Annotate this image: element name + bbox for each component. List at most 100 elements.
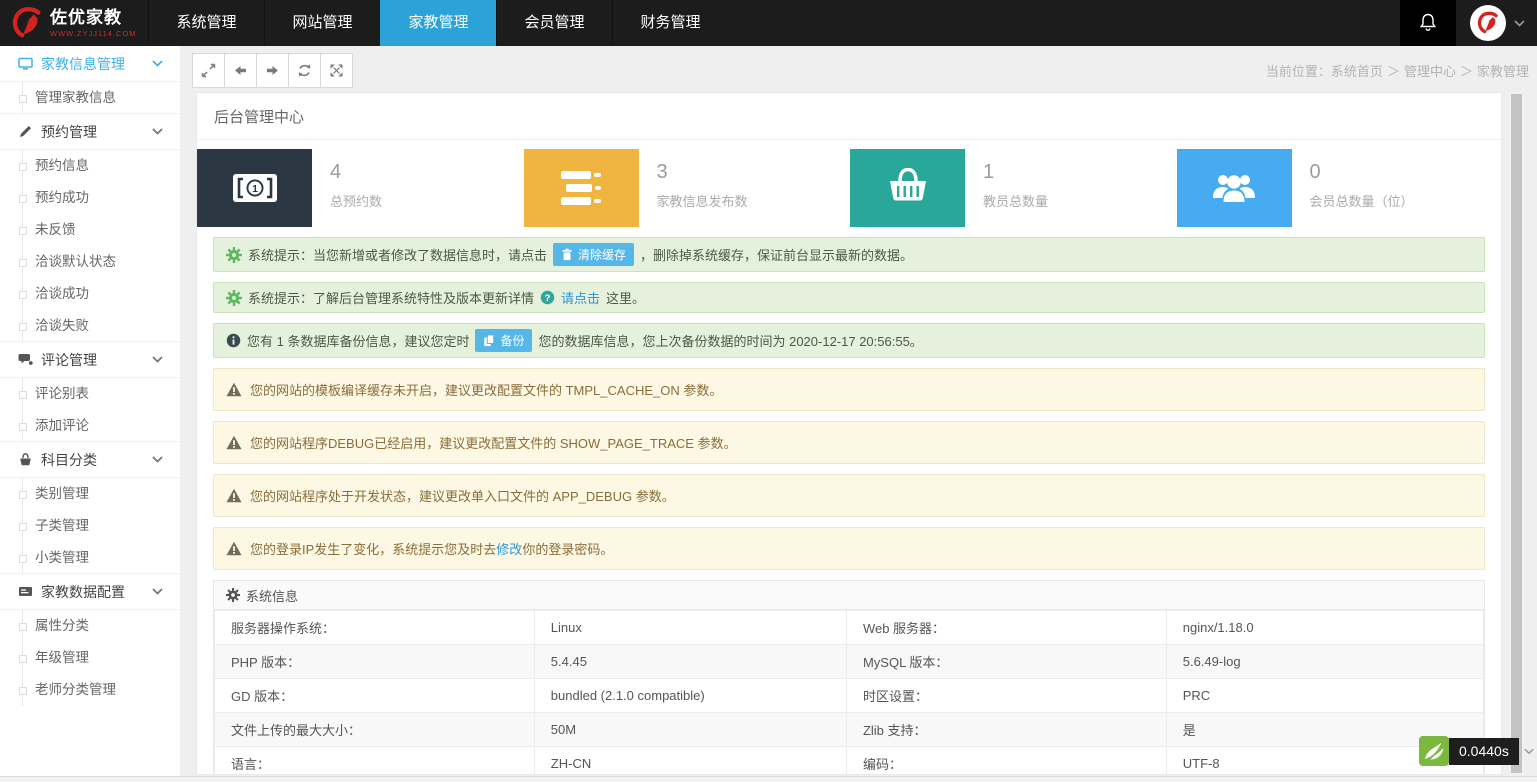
warning-text: 您的网站程序处于开发状态，建议更改单入口文件的 APP_DEBUG 参数。 [250,486,675,505]
nav-item-finance[interactable]: 财务管理 [612,0,728,46]
svg-text:?: ? [545,293,551,303]
table-cell-key: 服务器操作系统： [215,611,535,645]
sidebar-section-data-config[interactable]: 家教数据配置 [0,573,180,610]
info-circle-icon [226,333,241,348]
sidebar-item-grade-management[interactable]: 年级管理 [0,642,180,674]
sidebar-item-negotiation-default[interactable]: 洽谈默认状态 [0,246,180,278]
sidebar-item-no-feedback[interactable]: 未反馈 [0,214,180,246]
warning-triangle-icon [226,382,242,397]
fullscreen-button[interactable] [320,53,353,88]
sidebar-section-label: 预约管理 [41,122,97,142]
thinkphp-leaf-icon[interactable] [1419,736,1449,766]
table-cell-key: 语言： [215,747,535,776]
warning-login-ip: 您的登录IP发生了变化，系统提示您及时去修改你的登录密码。 [213,527,1485,570]
notifications-button[interactable] [1400,0,1456,46]
sidebar-item-teacher-category-management[interactable]: 老师分类管理 [0,674,180,706]
brand-site-url: WWW.ZYJJ114.COM [50,29,137,38]
sidebar-section-booking[interactable]: 预约管理 [0,113,180,150]
warning-triangle-icon [226,435,242,450]
sidebar-section-comments[interactable]: 评论管理 [0,341,180,378]
sidebar-item-attribute-category[interactable]: 属性分类 [0,610,180,642]
stat-card-teachers: 1 教员总数量 [850,149,1175,227]
brand[interactable]: 佐优家教 WWW.ZYJJ114.COM [10,0,137,46]
user-avatar[interactable] [1470,5,1506,41]
warning-dev-mode: 您的网站程序处于开发状态，建议更改单入口文件的 APP_DEBUG 参数。 [213,474,1485,517]
sidebar-item-comment-list[interactable]: 评论别表 [0,378,180,410]
scrollbar-thumb[interactable] [1511,94,1522,773]
table-cell-value: bundled (2.1.0 compatible) [534,679,846,713]
basket-icon [18,452,34,467]
warning-text: 您的网站的模板编译缓存未开启，建议更改配置文件的 TMPL_CACHE_ON 参… [250,380,722,399]
alert-text: 系统提示：当您新增或者修改了数据信息时，请点击 [248,245,547,264]
breadcrumb-item-home[interactable]: 系统首页 [1331,64,1383,79]
table-row: 文件上传的最大大小： 50M Zlib 支持： 是 [215,713,1484,747]
table-cell-value: PRC [1166,679,1483,713]
refresh-icon [297,63,312,78]
table-cell-value: 50M [534,713,846,747]
system-info-title: 系统信息 [246,586,298,605]
stat-card-bookings: 1 4 总预约数 [197,149,522,227]
sidebar-item-category-management[interactable]: 类别管理 [0,478,180,510]
comments-icon [18,352,34,367]
alert-clear-cache: 系统提示：当您新增或者修改了数据信息时，请点击 清除缓存 ，删除掉系统缓存，保证… [213,237,1485,272]
sidebar-item-booking-success[interactable]: 预约成功 [0,182,180,214]
alert-version-info: 系统提示：了解后台管理系统特性及版本更新详情 ? 请点击 这里。 [213,282,1485,313]
page-title: 后台管理中心 [197,93,1501,140]
system-info-table: 服务器操作系统： Linux Web 服务器： nginx/1.18.0 PHP… [214,610,1484,775]
trace-chevron-down-icon[interactable] [1524,748,1534,755]
sidebar-item-subcategory-management[interactable]: 子类管理 [0,510,180,542]
breadcrumb-item-tutoring[interactable]: 家教管理 [1477,64,1529,79]
stat-label: 总预约数 [330,191,382,210]
warning-text: 您的网站程序DEBUG已经启用，建议更改配置文件的 SHOW_PAGE_TRAC… [250,433,737,452]
sidebar-item-negotiation-failed[interactable]: 洽谈失败 [0,310,180,342]
table-cell-value: 5.6.49-log [1166,645,1483,679]
sidebar-section-subjects[interactable]: 科目分类 [0,441,180,478]
stat-value: 1 [983,161,1048,184]
warning-triangle-icon [226,541,242,556]
sidebar: 家教信息管理 管理家教信息 预约管理 预约信息 预约成功 未反馈 洽谈默认状态 … [0,46,180,776]
back-button[interactable] [224,53,257,88]
warning-text-before: 您的登录IP发生了变化，系统提示您及时去 [250,542,496,557]
stat-label: 教员总数量 [983,191,1048,210]
stat-card-posts: 3 家教信息发布数 [524,149,849,227]
nav-item-tutoring[interactable]: 家教管理 [380,0,496,46]
bell-icon [1419,13,1437,33]
breadcrumb-separator: ＞ [1387,64,1400,79]
change-password-link[interactable]: 修改 [496,542,522,557]
nav-item-system[interactable]: 系统管理 [148,0,264,46]
breadcrumb-item-admin-center[interactable]: 管理中心 [1404,64,1456,79]
pencil-icon [18,124,34,139]
sidebar-section-tutor-info[interactable]: 家教信息管理 [0,46,180,82]
clear-cache-button[interactable]: 清除缓存 [553,243,634,266]
sidebar-item-minor-category-management[interactable]: 小类管理 [0,542,180,574]
clear-cache-button-label: 清除缓存 [578,246,626,263]
sidebar-item-booking-info[interactable]: 预约信息 [0,150,180,182]
chevron-down-icon [152,456,163,463]
forward-button[interactable] [256,53,289,88]
collapse-sidebar-button[interactable] [192,53,225,88]
breadcrumb-separator: ＞ [1460,64,1473,79]
gear-icon [226,247,242,263]
system-info-panel: 系统信息 服务器操作系统： Linux Web 服务器： nginx/1.18.… [213,580,1485,775]
refresh-button[interactable] [288,53,321,88]
brand-logo-icon [10,6,44,40]
sidebar-item-negotiation-success[interactable]: 洽谈成功 [0,278,180,310]
shopping-basket-icon [850,149,965,227]
sidebar-item-add-comment[interactable]: 添加评论 [0,410,180,442]
nav-item-members[interactable]: 会员管理 [496,0,612,46]
click-here-link[interactable]: 请点击 [561,288,600,307]
users-group-icon [1177,149,1292,227]
sidebar-item-manage-tutor-info[interactable]: 管理家教信息 [0,82,180,114]
main-content-panel: 后台管理中心 1 4 总预约数 3 家教信息发布数 1 [196,92,1502,775]
user-menu-chevron-down-icon[interactable] [1514,20,1525,27]
table-cell-value: Linux [534,611,846,645]
main-menu: 系统管理 网站管理 家教管理 会员管理 财务管理 [148,0,728,46]
backup-button[interactable]: 备份 [475,329,532,352]
breadcrumb: 当前位置：系统首页＞管理中心＞家教管理 [1266,61,1529,80]
gear-icon [226,290,242,306]
stat-label: 家教信息发布数 [657,191,748,210]
warning-tmpl-cache: 您的网站的模板编译缓存未开启，建议更改配置文件的 TMPL_CACHE_ON 参… [213,368,1485,411]
nav-item-website[interactable]: 网站管理 [264,0,380,46]
tab-toolbar [192,53,353,88]
table-cell-key: GD 版本： [215,679,535,713]
